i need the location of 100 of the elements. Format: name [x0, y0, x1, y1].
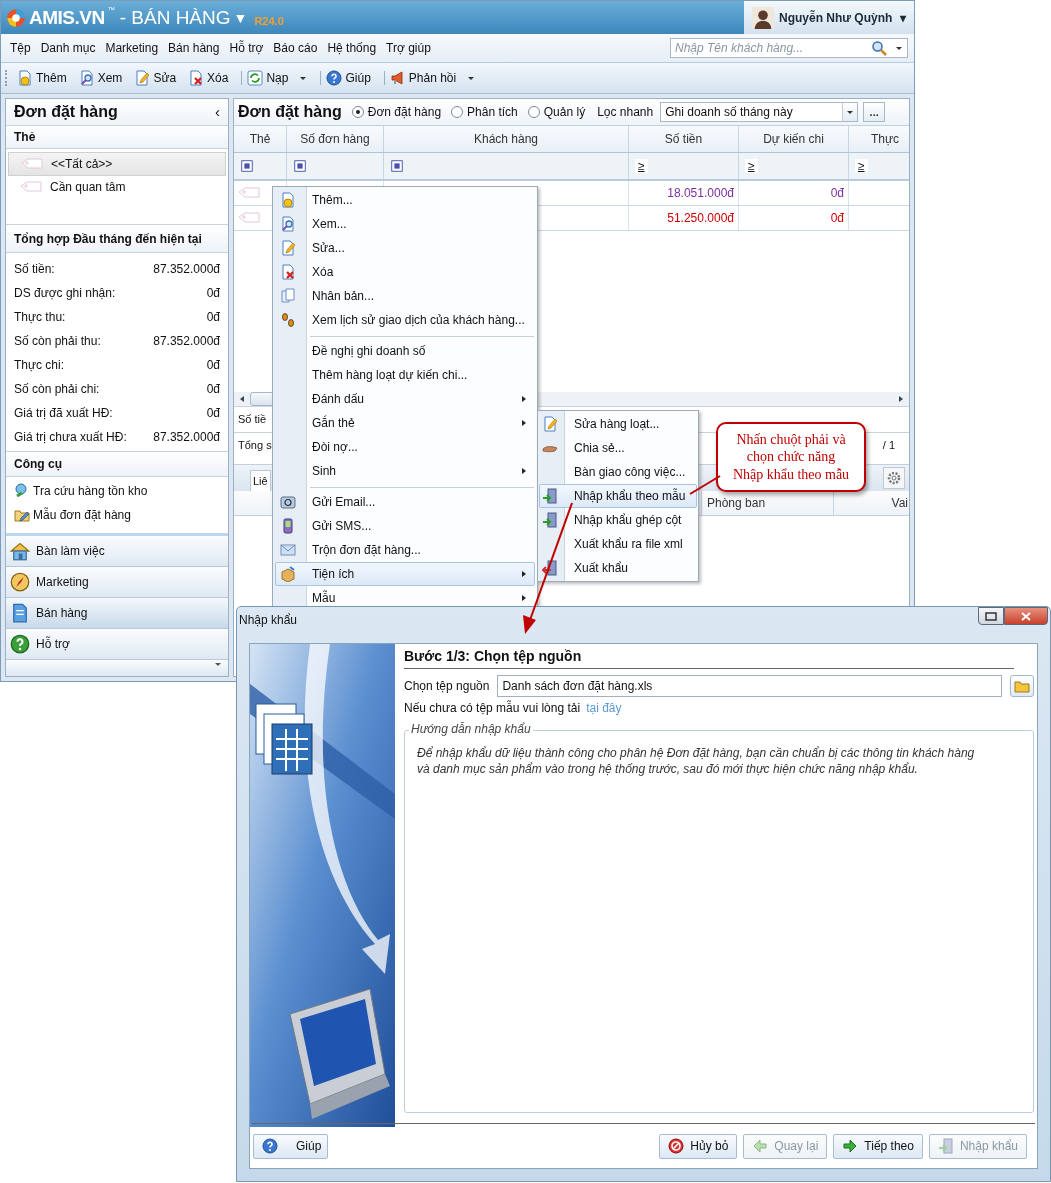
summary-label: Số còn phải chi:	[14, 382, 100, 397]
help-button[interactable]: Giúp	[253, 1133, 328, 1159]
tag-item[interactable]: Cần quan tâm	[8, 175, 226, 198]
tool-link[interactable]: Tra cứu hàng tồn kho	[14, 479, 220, 504]
user-menu[interactable]: Nguyễn Như Quỳnh ▾	[744, 1, 914, 34]
menu-item[interactable]: Mẫu	[275, 586, 535, 610]
summary-label: Tổng s	[238, 439, 272, 451]
menu-item[interactable]: Chia sẻ...	[539, 436, 697, 460]
menu-item[interactable]: Hệ thống	[322, 41, 382, 55]
quick-filter-select[interactable]: Ghi doanh số tháng này	[660, 102, 859, 122]
menu-item[interactable]: Đánh dấu	[275, 387, 535, 411]
radio-button[interactable]	[527, 106, 540, 118]
column-header[interactable]: Dự kiến chi	[739, 126, 849, 152]
menu-item[interactable]: Trộn đơn đặt hàng...	[275, 538, 535, 562]
envelope-icon	[280, 542, 296, 558]
folder-edit-icon	[14, 507, 30, 524]
copy-icon	[280, 288, 296, 304]
menu-item[interactable]: Thêm...	[275, 188, 535, 212]
toolbar-button[interactable]: Xóa	[183, 68, 234, 88]
nav-button[interactable]: Hỗ trợ	[6, 629, 228, 660]
toolbar-button[interactable]: Nạp	[242, 68, 313, 88]
nav-button[interactable]: Bán hàng	[6, 598, 228, 630]
summary-value: 0đ	[206, 382, 220, 397]
column-header[interactable]: Số tiền	[629, 126, 739, 152]
menu-item[interactable]: Sửa...	[275, 236, 535, 260]
summary-label: Giá trị chưa xuất HĐ:	[14, 430, 127, 445]
menu-item[interactable]: Marketing	[100, 41, 164, 55]
menu-item[interactable]: Xóa	[275, 260, 535, 284]
dialog-button[interactable]: Tiếp theo	[833, 1133, 923, 1159]
tag-icon	[20, 179, 44, 194]
leader-line	[689, 475, 721, 495]
more-button[interactable]: ...	[863, 102, 886, 122]
column-header[interactable]: Số đơn hàng	[287, 126, 384, 152]
close-button[interactable]	[1004, 607, 1048, 625]
nav-button[interactable]: Marketing	[6, 567, 228, 599]
document-search-icon	[78, 70, 95, 86]
toolbar-button[interactable]: Sửa	[129, 68, 182, 88]
quick-filter-label: Lọc nhanh	[597, 105, 654, 119]
field-label: Chọn tệp nguồn	[404, 679, 490, 693]
menu-item[interactable]: Nhập khẩu theo mẫu	[539, 484, 697, 508]
tag-item[interactable]: <<Tất cả>>	[8, 151, 226, 176]
column-header[interactable]: Thực	[849, 126, 909, 152]
menu-item[interactable]: Tệp	[5, 41, 36, 55]
browse-button[interactable]	[1010, 675, 1034, 697]
detail-tab[interactable]: Liê	[250, 469, 271, 491]
view-option[interactable]: Quản lý	[527, 105, 586, 119]
dialog-button[interactable]: Hủy bỏ	[659, 1133, 738, 1159]
menu-item[interactable]: Thêm hàng loạt dự kiến chi...	[275, 363, 535, 387]
guide-text: Để nhập khẩu dữ liệu thành công cho phân hệ Đơn đặt hàng, bạn cần chuẩn bị các thông tin khách hàng và danh mục sản phẩm vào trong hệ thống trước, sau đó mới thực hiện chức năng nhập khẩu.	[417, 745, 976, 777]
view-option[interactable]: Phân tích	[451, 105, 518, 119]
document-search-icon	[280, 216, 296, 232]
menu-item[interactable]: Xuất khẩu	[539, 556, 697, 580]
toolbar-button[interactable]: Giúp	[321, 68, 376, 88]
menu-item[interactable]: Xem...	[275, 212, 535, 236]
restore-icon	[985, 611, 997, 621]
view-option[interactable]: Đơn đặt hàng	[351, 105, 442, 119]
search-field[interactable]: Nhập Tên khách hàng...	[670, 38, 908, 58]
column-header[interactable]: Khách hàng	[384, 126, 629, 152]
tool-link[interactable]: Mẫu đơn đặt hàng	[14, 503, 220, 528]
caret-icon	[467, 74, 476, 82]
menu-item[interactable]: Gắn thẻ	[275, 411, 535, 435]
menu-item[interactable]: Bán hàng	[163, 41, 225, 55]
menu-item[interactable]: Đòi nợ...	[275, 435, 535, 459]
toolbar-button[interactable]: Phản hồi	[384, 68, 481, 88]
dialog-title: Nhập khẩu	[239, 613, 298, 627]
menu-item[interactable]: Xem lịch sử giao dịch của khách hàng...	[275, 308, 535, 332]
filter-operator[interactable]: ≥	[855, 159, 868, 173]
menu-item[interactable]: Sửa hàng loạt...	[539, 412, 697, 436]
file-field[interactable]: Danh sách đơn đặt hàng.xls	[497, 675, 1002, 697]
summary-value: 0đ	[206, 358, 220, 373]
nav-button[interactable]: Bàn làm việc	[6, 536, 228, 568]
menu-item[interactable]: Gửi SMS...	[275, 514, 535, 538]
menu-item[interactable]: Nhân bản...	[275, 284, 535, 308]
restore-button[interactable]	[978, 607, 1004, 625]
menu-item[interactable]: Hỗ trợ	[224, 41, 269, 55]
menu-item[interactable]: Trợ giúp	[381, 41, 436, 55]
menu-item[interactable]: Nhập khẩu ghép cột	[539, 508, 697, 532]
filter-operator[interactable]: ≥	[635, 159, 648, 173]
phone-icon	[280, 518, 296, 534]
menu-item[interactable]: Danh mục	[35, 41, 101, 55]
toolbar-button[interactable]: Xem	[73, 68, 128, 88]
help-icon	[262, 1138, 278, 1154]
help-icon	[10, 634, 30, 654]
menu-item[interactable]: Bàn giao công việc...	[539, 460, 697, 484]
submenu-arrow-icon	[520, 467, 528, 475]
menu-item[interactable]: Xuất khẩu ra file xml	[539, 532, 697, 556]
toolbar-button[interactable]: Thêm	[12, 68, 72, 88]
menu-item[interactable]: Báo cáo	[268, 41, 323, 55]
section-heading: Tổng hợp Đầu tháng đến hiện tại	[6, 223, 228, 254]
document-delete-icon	[280, 264, 296, 280]
radio-button[interactable]	[451, 106, 464, 118]
radio-button[interactable]	[351, 106, 364, 118]
menu-item[interactable]: Sinh	[275, 459, 535, 483]
help-icon	[326, 70, 343, 86]
column-header[interactable]: Thẻ	[234, 126, 287, 152]
filter-operator[interactable]: ≥	[745, 159, 758, 173]
menu-item[interactable]: Tiện ích	[275, 562, 535, 586]
collapse-button[interactable]: ‹	[215, 103, 220, 121]
folder-icon	[1014, 678, 1030, 694]
user-name: Nguyễn Như Quỳnh	[779, 10, 893, 25]
